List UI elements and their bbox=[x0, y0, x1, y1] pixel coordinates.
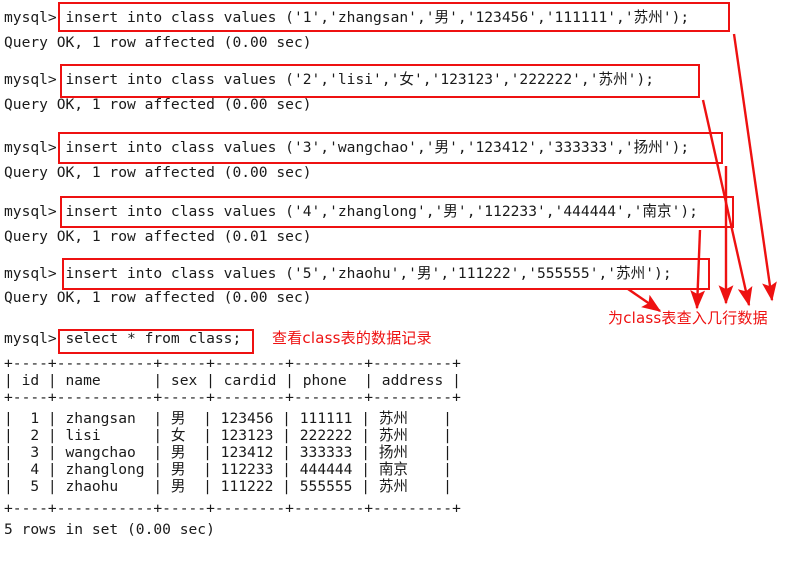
arrow-from-insert-4 bbox=[690, 229, 706, 310]
terminal-line: mysql> insert into class values ('1','zh… bbox=[4, 9, 690, 26]
terminal-line: Query OK, 1 row affected (0.00 sec) bbox=[4, 96, 312, 113]
terminal-line: | 5 | zhaohu | 男 | 111222 | 555555 | 苏州 … bbox=[4, 478, 452, 495]
terminal-line: Query OK, 1 row affected (0.00 sec) bbox=[4, 289, 312, 306]
terminal-line: | 1 | zhangsan | 男 | 123456 | 111111 | 苏… bbox=[4, 410, 452, 427]
terminal-line: mysql> insert into class values ('5','zh… bbox=[4, 265, 672, 282]
terminal-line: Query OK, 1 row affected (0.00 sec) bbox=[4, 34, 312, 51]
terminal-line: | id | name | sex | cardid | phone | add… bbox=[4, 372, 461, 389]
terminal-line: | 3 | wangchao | 男 | 123412 | 333333 | 扬… bbox=[4, 444, 452, 461]
terminal-line: mysql> insert into class values ('3','wa… bbox=[4, 139, 690, 156]
annotation-select-note: 查看class表的数据记录 bbox=[272, 329, 432, 347]
arrow-from-insert-2 bbox=[701, 99, 753, 307]
terminal-line: Query OK, 1 row affected (0.00 sec) bbox=[4, 164, 312, 181]
terminal-line: | 2 | lisi | 女 | 123123 | 222222 | 苏州 | bbox=[4, 427, 452, 444]
terminal-line: +----+-----------+-----+--------+-------… bbox=[4, 389, 461, 406]
terminal-line: mysql> insert into class values ('4','zh… bbox=[4, 203, 698, 220]
annotation-insert-note: 为class表查入几行数据 bbox=[608, 309, 768, 327]
terminal-line: +----+-----------+-----+--------+-------… bbox=[4, 500, 461, 517]
arrow-from-insert-1 bbox=[732, 33, 777, 302]
terminal-line: mysql> select * from class; bbox=[4, 330, 242, 347]
terminal-line: Query OK, 1 row affected (0.01 sec) bbox=[4, 228, 312, 245]
terminal-line: 5 rows in set (0.00 sec) bbox=[4, 521, 215, 538]
terminal-line: +----+-----------+-----+--------+-------… bbox=[4, 355, 461, 372]
terminal-line: | 4 | zhanglong | 男 | 112233 | 444444 | … bbox=[4, 461, 452, 478]
terminal-line: mysql> insert into class values ('2','li… bbox=[4, 71, 655, 88]
terminal-output: mysql> insert into class values ('1','zh… bbox=[0, 0, 790, 568]
